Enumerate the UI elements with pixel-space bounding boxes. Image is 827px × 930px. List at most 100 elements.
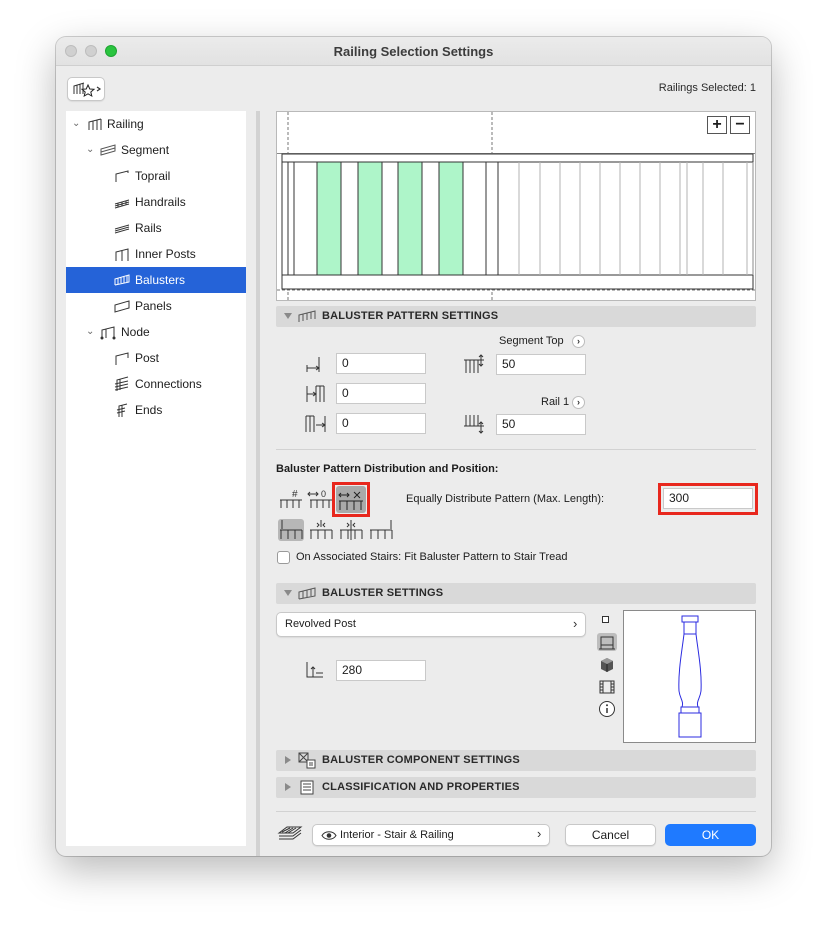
layer-popup[interactable]: Interior - Stair & Railing › [312, 824, 550, 846]
tree-item-railing[interactable]: ⌄ Railing [66, 111, 246, 137]
tree-item-handrails[interactable]: Handrails [66, 189, 246, 215]
baluster-spacing-icon [306, 385, 325, 402]
favorites-button[interactable] [67, 77, 105, 101]
rail1-label: Rail 1 [541, 396, 570, 408]
side-view-icon [599, 636, 615, 650]
tree-item-post[interactable]: Post [66, 345, 246, 371]
zoom-out-button[interactable]: − [730, 116, 750, 134]
separator [276, 811, 756, 812]
title-bar: Railing Selection Settings [56, 37, 771, 66]
end-offset-field[interactable]: 0 [336, 413, 426, 434]
tree-label: Panels [135, 299, 172, 313]
tree-item-rails[interactable]: Rails [66, 215, 246, 241]
chevron-down-icon[interactable]: ⌄ [72, 111, 80, 137]
max-length-callout [658, 483, 758, 515]
rail1-chevron-icon[interactable]: › [572, 396, 585, 409]
section-title: CLASSIFICATION AND PROPERTIES [322, 781, 520, 793]
end-offset-icon [305, 415, 326, 432]
align-end-icon[interactable] [368, 519, 394, 541]
start-offset-field[interactable]: 0 [336, 353, 426, 374]
align-start-button[interactable] [278, 519, 304, 541]
tree-label: Balusters [135, 273, 186, 287]
railing-settings-window: Railing Selection Settings Railings Sele… [56, 37, 771, 856]
tree-label: Connections [135, 377, 202, 391]
baluster-spacing-field[interactable]: 0 [336, 383, 426, 404]
baluster-preview [623, 610, 756, 743]
disclosure-closed-icon [285, 783, 291, 791]
disclosure-open-icon [284, 590, 292, 596]
stairs-fit-label: On Associated Stairs: Fit Baluster Patte… [296, 551, 568, 563]
zoom-in-button[interactable]: + [707, 116, 727, 134]
baluster-height-icon [306, 662, 323, 678]
tree-label: Rails [135, 221, 162, 235]
tree-label: Node [121, 325, 150, 339]
tree-item-panels[interactable]: Panels [66, 293, 246, 319]
baluster-pattern-icon [298, 310, 316, 322]
balusters-icon [114, 274, 130, 286]
baluster-component-settings-header[interactable]: BALUSTER COMPONENT SETTINGS [276, 750, 756, 771]
connections-icon [114, 376, 129, 391]
align-center-icon[interactable] [308, 519, 334, 541]
rail1-offset-field[interactable]: 50 [496, 414, 586, 435]
cancel-button[interactable]: Cancel [565, 824, 656, 846]
stairs-fit-checkbox[interactable] [277, 551, 290, 564]
film-strip-icon[interactable] [598, 679, 616, 695]
tree-item-node[interactable]: ⌄ Node [66, 319, 246, 345]
fixed-number-pattern-icon[interactable]: # [278, 488, 304, 510]
classification-properties-header[interactable]: CLASSIFICATION AND PROPERTIES [276, 777, 756, 798]
tree-item-balusters[interactable]: Balusters [66, 267, 246, 293]
tree-item-segment[interactable]: ⌄ Segment [66, 137, 246, 163]
section-title: BALUSTER PATTERN SETTINGS [322, 310, 499, 322]
settings-tree: ⌄ Railing ⌄ Segment Toprail Handrails Ra… [66, 111, 246, 846]
baluster-pattern-settings-header[interactable]: BALUSTER PATTERN SETTINGS [276, 306, 756, 327]
chevron-down-icon[interactable]: ⌄ [86, 319, 94, 345]
layer-value: Interior - Stair & Railing [340, 829, 454, 841]
baluster-settings-icon [298, 587, 316, 600]
separator [276, 449, 756, 450]
view-2d-icon[interactable] [602, 616, 609, 623]
fixed-length-pattern-icon[interactable]: 0 [306, 488, 334, 510]
tree-item-toprail[interactable]: Toprail [66, 163, 246, 189]
revolved-post-drawing [678, 615, 702, 738]
view-side-button[interactable] [597, 633, 617, 651]
align-start-icon [280, 520, 303, 539]
baluster-type-popup[interactable]: Revolved Post › [276, 612, 586, 637]
post-icon [115, 352, 129, 365]
svg-text:#: # [292, 489, 298, 500]
baluster-bar [316, 161, 342, 276]
baluster-settings-header[interactable]: BALUSTER SETTINGS [276, 583, 756, 604]
baluster-bar [438, 161, 464, 276]
chevron-down-icon[interactable]: ⌄ [86, 137, 94, 163]
section-title: BALUSTER SETTINGS [322, 587, 444, 599]
rails-icon [114, 224, 130, 234]
eye-icon [321, 831, 337, 840]
distribution-title: Baluster Pattern Distribution and Positi… [276, 463, 499, 475]
info-icon[interactable] [598, 700, 616, 718]
tree-item-connections[interactable]: Connections [66, 371, 246, 397]
tree-label: Railing [107, 117, 144, 131]
inner-posts-icon [115, 248, 129, 261]
baluster-type-value: Revolved Post [285, 618, 356, 630]
segment-top-chevron-icon[interactable]: › [572, 335, 585, 348]
component-settings-icon [298, 752, 316, 769]
tree-item-inner-posts[interactable]: Inner Posts [66, 241, 246, 267]
disclosure-closed-icon [285, 756, 291, 764]
distribution-mode-callout [332, 482, 370, 517]
top-offset-icon [464, 354, 484, 373]
split-divider[interactable] [256, 111, 260, 856]
layer-icon [277, 826, 303, 840]
disclosure-open-icon [284, 313, 292, 319]
node-icon [100, 326, 116, 340]
baluster-height-field[interactable]: 280 [336, 660, 426, 681]
tree-item-ends[interactable]: Ends [66, 397, 246, 423]
chevron-right-icon: › [537, 826, 542, 841]
tree-label: Inner Posts [135, 247, 196, 261]
tree-label: Toprail [135, 169, 171, 183]
view-3d-icon[interactable] [599, 657, 615, 673]
tree-label: Handrails [135, 195, 186, 209]
baluster-bar [357, 161, 383, 276]
chevron-right-icon: › [573, 616, 578, 631]
align-middle-icon[interactable] [338, 519, 364, 541]
ok-button[interactable]: OK [665, 824, 756, 846]
segment-top-offset-field[interactable]: 50 [496, 354, 586, 375]
